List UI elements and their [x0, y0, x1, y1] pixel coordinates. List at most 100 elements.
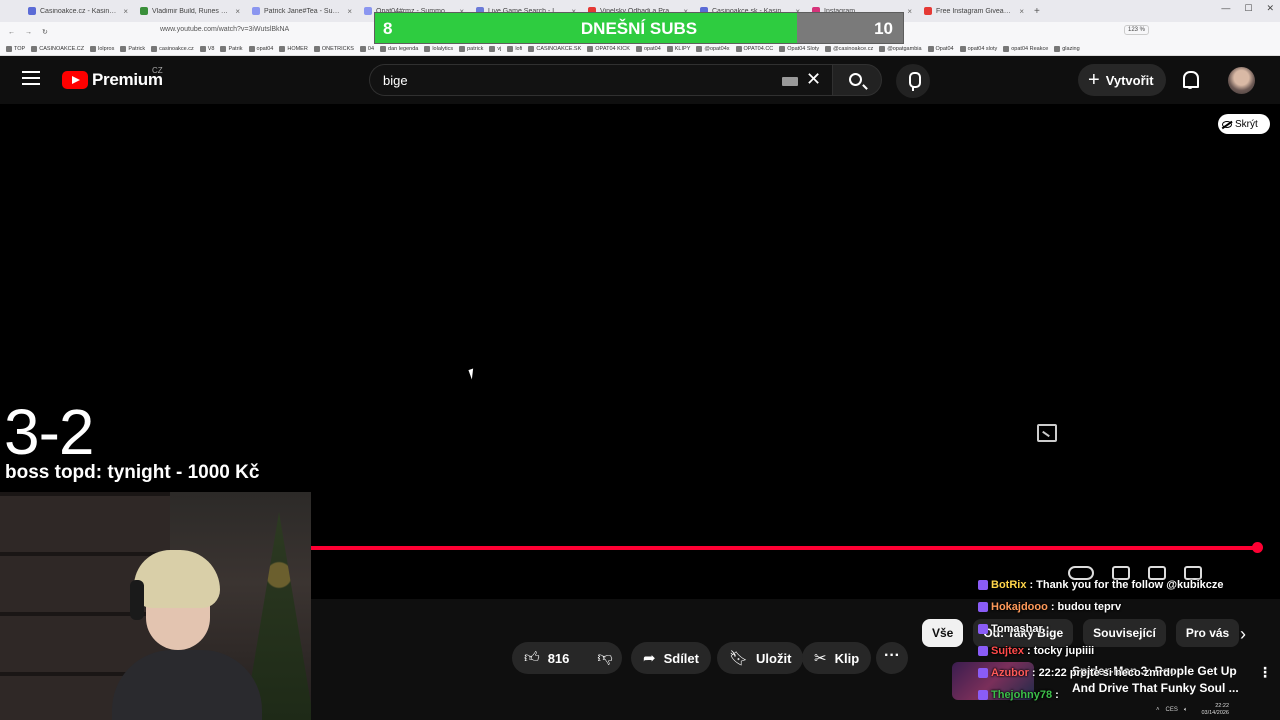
bookmark-item[interactable]: lolpros [90, 45, 114, 52]
voice-search-icon[interactable] [896, 64, 930, 98]
avatar[interactable] [1228, 67, 1255, 94]
bookmark-item[interactable]: Patrik [220, 45, 243, 52]
reload-icon[interactable]: ↻ [42, 28, 48, 36]
browser-tab[interactable]: Free Instagram Giveaway Picker× [918, 2, 1030, 20]
chat-colon: : [1031, 667, 1036, 679]
browser-tab[interactable]: Patrick Jane#Tea - Summoner Stats× [246, 2, 358, 20]
menu-icon[interactable] [22, 71, 40, 85]
boss-text: boss topd: tynight - 1000 Kč [5, 462, 260, 483]
forward-icon[interactable]: → [25, 29, 32, 36]
bookmark-item[interactable]: CASINOAKCE.SK [528, 45, 581, 52]
bookmark-favicon-icon [120, 45, 127, 52]
bookmark-item[interactable]: dan legenda [380, 45, 418, 52]
favicon-icon [364, 7, 372, 15]
bookmark-item[interactable]: HOMER [279, 45, 308, 52]
bookmark-label: V8 [207, 45, 215, 52]
close-window-icon[interactable]: ✕ [1266, 3, 1274, 14]
bookmark-item[interactable]: Patrick [120, 45, 146, 52]
bookmark-item[interactable]: TOP [6, 45, 25, 52]
zoom-level[interactable]: 123 % [1124, 25, 1150, 35]
language-indicator[interactable]: CES [1166, 707, 1178, 713]
bookmark-item[interactable]: opat04 [248, 45, 273, 52]
bookmark-item[interactable]: glazing [1054, 45, 1080, 52]
like-dislike-group[interactable]: 👍︎ 816 👎︎ [512, 642, 622, 674]
bookmark-item[interactable]: patrick [459, 45, 484, 52]
screen: Casinoakce.cz - Kasino bonusy×Vladimir B… [0, 0, 1280, 720]
bookmark-favicon-icon [635, 45, 642, 52]
bookmark-item[interactable]: OPAT04.CC [735, 45, 773, 52]
bookmark-item[interactable]: ONETRICKS [313, 45, 354, 52]
back-icon[interactable]: ← [8, 29, 15, 36]
bookmark-favicon-icon [666, 45, 673, 52]
clock[interactable]: 22:22 03/14/2026 [1201, 703, 1229, 717]
hide-button[interactable]: Skrýt [1218, 114, 1270, 134]
save-button[interactable]: 🔖︎ Uložit [717, 642, 804, 674]
bookmark-label: @opat04x [704, 45, 730, 52]
clear-search-icon[interactable]: ✕ [806, 69, 821, 90]
bookmark-favicon-icon [151, 45, 158, 52]
bookmark-item[interactable]: opat04 Reakce [1003, 45, 1048, 52]
maximize-icon[interactable]: ☐ [1244, 3, 1252, 14]
chat-badge-icon [978, 580, 988, 590]
url-field[interactable]: www.youtube.com/watch?v=3iWutslBkNA [160, 26, 289, 33]
bookmark-item[interactable]: CASINOAKCE.CZ [31, 45, 84, 52]
bookmark-item[interactable]: KLIPY [666, 45, 690, 52]
streamer [112, 550, 262, 720]
bookmark-item[interactable]: lofi [507, 45, 522, 52]
favicon-icon [252, 7, 260, 15]
bookmark-label: patrick [467, 45, 484, 52]
system-tray: ˄ CES 🔈︎ 22:22 03/14/2026 [1150, 700, 1280, 720]
keyboard-icon[interactable] [782, 77, 798, 86]
bookmark-item[interactable]: vj [489, 45, 501, 52]
bookmark-item[interactable]: @opatgambia [879, 45, 922, 52]
search-input[interactable]: bige ✕ [369, 64, 834, 96]
notifications-bell-icon[interactable] [1181, 70, 1199, 90]
close-tab-icon[interactable]: × [907, 7, 912, 16]
chat-message: Azubor:22:22 prejte si neco zmrd! [978, 662, 1278, 684]
bookmark-label: Patrick [128, 45, 146, 52]
filter-chip[interactable]: Vše [922, 619, 964, 647]
new-tab-button[interactable]: + [1034, 6, 1040, 17]
like-icon[interactable]: 👍︎ [524, 649, 540, 667]
minimize-icon[interactable]: — [1221, 3, 1230, 14]
close-tab-icon[interactable]: × [123, 7, 128, 16]
create-button[interactable]: + Vytvořit [1078, 64, 1166, 96]
share-button[interactable]: ➦ Sdílet [631, 642, 711, 674]
bookmark-favicon-icon [248, 45, 255, 52]
bookmark-item[interactable]: Opat04 [927, 45, 954, 52]
bookmark-item[interactable]: lolalytics [424, 45, 453, 52]
search-icon [849, 73, 862, 86]
bookmark-label: Patrik [228, 45, 243, 52]
bookmark-item[interactable]: Opat04 Sloty [779, 45, 819, 52]
clip-button[interactable]: ✂ Klip [802, 642, 872, 674]
bookmark-item[interactable]: opat04 sloty [959, 45, 997, 52]
bookmark-item[interactable]: casinoakce.cz [151, 45, 194, 52]
close-tab-icon[interactable]: × [235, 7, 240, 16]
bookmark-favicon-icon [1003, 45, 1010, 52]
chat-text: 22:22 prejte si neco zmrd! [1038, 667, 1174, 679]
volume-icon[interactable]: 🔈︎ [1184, 707, 1188, 714]
bookmark-item[interactable]: V8 [199, 45, 215, 52]
close-tab-icon[interactable]: × [1019, 7, 1024, 16]
browser-tab[interactable]: Casinoakce.cz - Kasino bonusy × [22, 2, 134, 20]
bookmark-item[interactable]: 04 [359, 45, 374, 52]
chevron-up-icon[interactable]: ˄ [1156, 707, 1160, 713]
more-actions-button[interactable]: ··· [876, 642, 908, 674]
bookmark-item[interactable]: @casinoakce.cz [825, 45, 873, 52]
browser-tab[interactable]: Vladimir Build, Runes & Counter × [134, 2, 246, 20]
search-query[interactable]: bige [383, 73, 408, 88]
favicon-icon [924, 7, 932, 15]
dislike-icon[interactable]: 👎︎ [597, 649, 612, 667]
miniplayer-icon[interactable] [1037, 424, 1057, 442]
bookmark-favicon-icon [825, 45, 832, 52]
close-tab-icon[interactable]: × [347, 7, 352, 16]
chat-badge-icon [978, 624, 988, 634]
bookmark-item[interactable]: @opat04x [696, 45, 730, 52]
bookmark-label: casinoakce.cz [159, 45, 194, 52]
bookmark-label: @opatgambia [887, 45, 922, 52]
youtube-logo[interactable]: Premium CZ [62, 66, 163, 90]
chat-overlay: BotRix: Thank you for the follow @kubikcz… [978, 574, 1278, 706]
bookmark-item[interactable]: OPAT04 KICK [587, 45, 630, 52]
search-button[interactable] [832, 64, 882, 96]
bookmark-item[interactable]: opat04 [635, 45, 661, 52]
